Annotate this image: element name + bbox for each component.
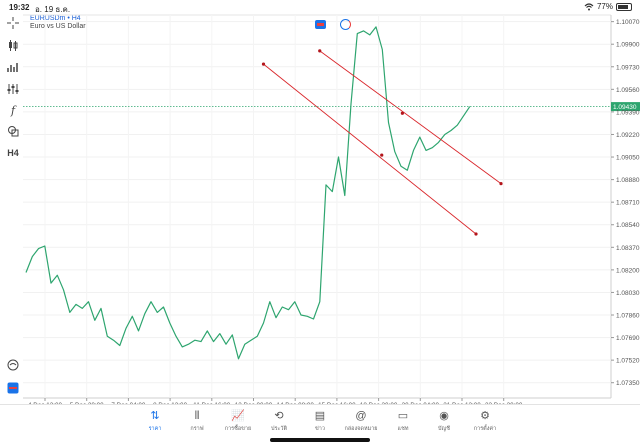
home-indicator — [270, 438, 370, 442]
y-tick-label: 1.08540 — [616, 222, 640, 229]
depth-of-market-icon[interactable] — [340, 19, 351, 30]
y-tick-label: 1.07350 — [616, 380, 640, 387]
trendline-anchor — [261, 62, 266, 66]
y-tick-label: 1.07860 — [616, 313, 640, 320]
y-tick-label: 1.09560 — [616, 87, 640, 94]
trendline-anchor — [499, 181, 503, 186]
y-tick-label: 1.10070 — [616, 19, 640, 26]
trendline-anchor — [400, 111, 404, 115]
trendline-anchor — [318, 49, 322, 53]
trendlines — [261, 49, 503, 236]
y-tick-label: 1.09050 — [616, 155, 640, 162]
nav-label: การตั้งค่า — [473, 426, 497, 432]
trendline-anchor — [380, 153, 384, 157]
price-series — [25, 26, 471, 360]
y-tick-label: 1.09730 — [616, 64, 640, 71]
trendline-anchor — [474, 232, 478, 236]
y-tick-label: 1.09390 — [616, 109, 640, 116]
y-tick-label: 1.08200 — [616, 267, 640, 274]
y-tick-label: 1.07690 — [616, 335, 640, 342]
price-line — [25, 26, 471, 360]
chart-overlay: 1.09430 — [23, 102, 640, 112]
y-tick-label: 1.08880 — [616, 177, 640, 184]
chart-grid — [23, 14, 612, 399]
y-tick-label: 1.08370 — [616, 245, 640, 252]
y-tick-label: 1.08030 — [616, 290, 640, 297]
price-chart[interactable]: 1.09430 1.10070 1.09900 1.09730 1.09560 1.09… — [0, 0, 640, 404]
chart-axes: 1.10070 1.09900 1.09730 1.09560 1.09390 1.092… — [28, 19, 640, 404]
y-tick-label: 1.07520 — [616, 358, 640, 365]
y-tick-label: 1.09220 — [616, 132, 640, 139]
buy-sell-toggle-icon[interactable] — [315, 20, 326, 29]
y-tick-label: 1.09900 — [616, 42, 640, 49]
nav-item-settings[interactable]: ⚙ การตั้งค่า — [460, 409, 510, 433]
y-tick-label: 1.08710 — [616, 200, 640, 207]
settings-icon: ⚙ — [480, 410, 490, 422]
